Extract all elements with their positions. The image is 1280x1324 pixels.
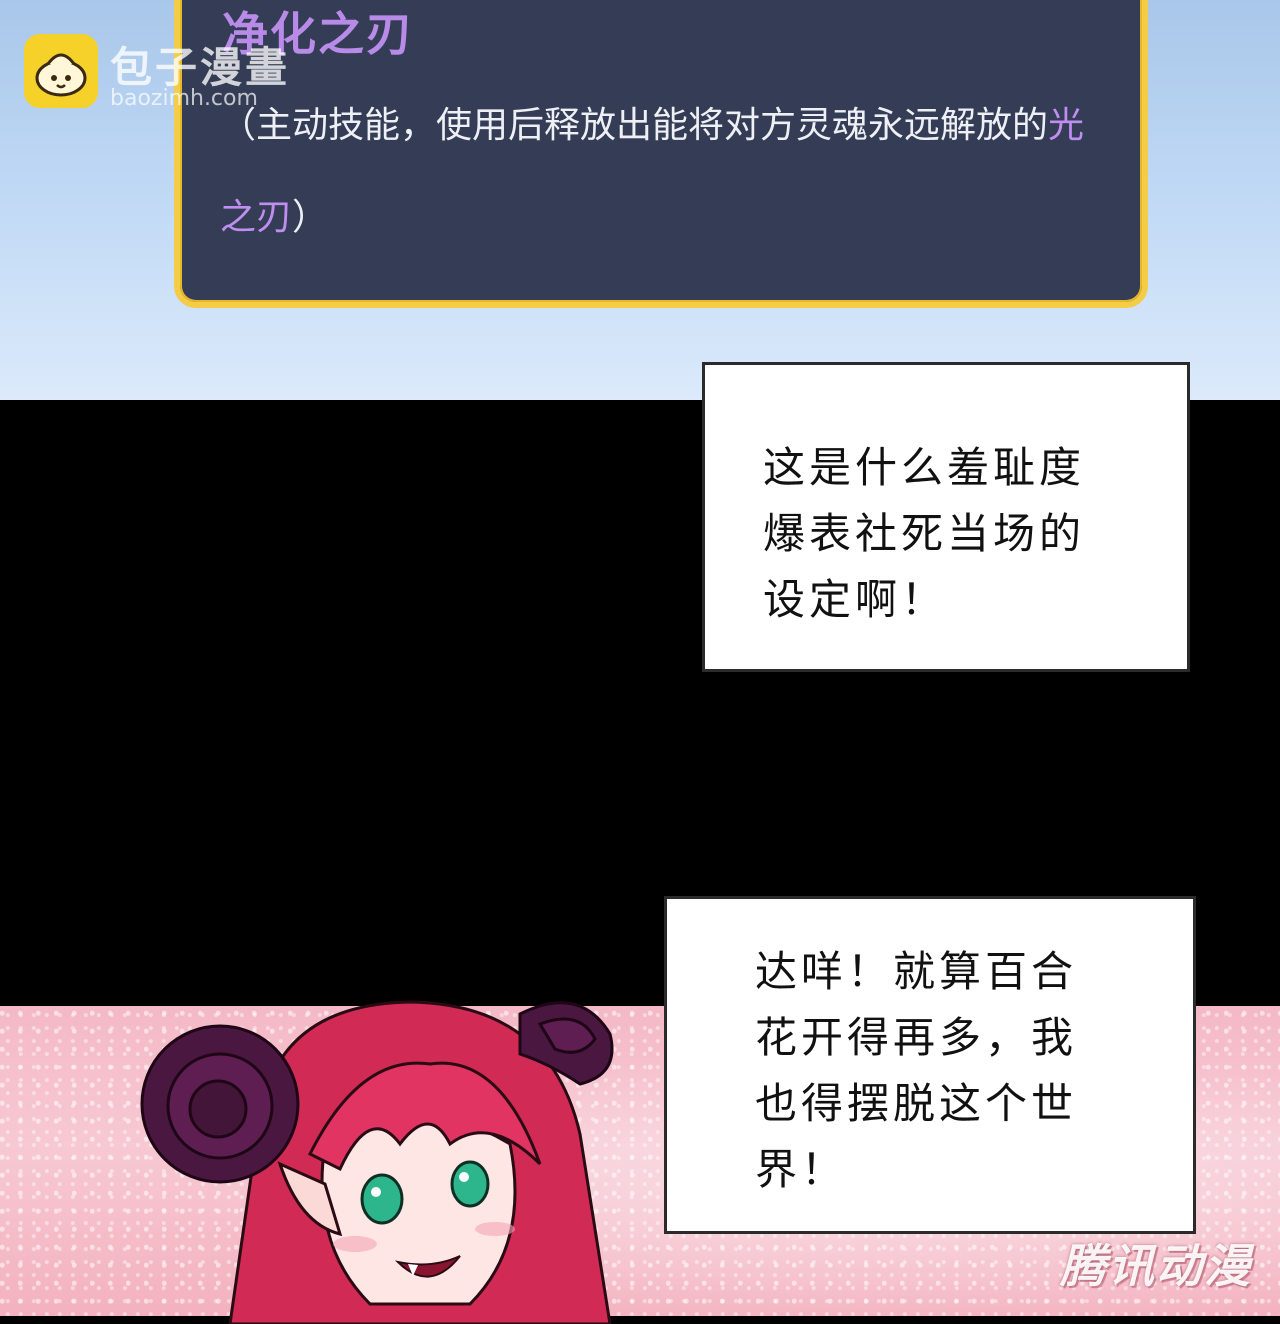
demon-girl-illustration — [140, 1000, 614, 1324]
left-horn — [140, 1024, 300, 1184]
speech-box-dame: 达咩！就算百合 花开得再多，我 也得摆脱这个世 界！ — [664, 896, 1196, 1234]
bun-logo-icon — [24, 34, 98, 108]
publisher-watermark: 腾讯动漫 — [1060, 1239, 1252, 1293]
skill-description-end: ） — [292, 197, 329, 238]
site-domain: baozimh.com — [110, 86, 258, 111]
skill-description-text: （主动技能，使用后释放出能将对方灵魂永远解放的 — [220, 105, 1049, 146]
speech-line: 界！ — [755, 1145, 848, 1194]
speech-line: 达咩！就算百合 — [755, 947, 1078, 996]
site-watermark: 包子漫畫 baozimh.com — [24, 34, 324, 114]
speech-line: 花开得再多，我 — [755, 1013, 1078, 1062]
speech-line: 也得摆脱这个世 — [755, 1079, 1078, 1128]
speech-line: 设定啊！ — [763, 575, 948, 624]
speech-box-shame-setting: 这是什么羞耻度 爆表社死当场的 设定啊！ — [702, 362, 1190, 672]
skill-description: （主动技能，使用后释放出能将对方灵魂永远解放的光之刃） — [220, 80, 1100, 264]
speech-line: 爆表社死当场的 — [763, 509, 1086, 558]
speech-line: 这是什么羞耻度 — [763, 443, 1086, 492]
